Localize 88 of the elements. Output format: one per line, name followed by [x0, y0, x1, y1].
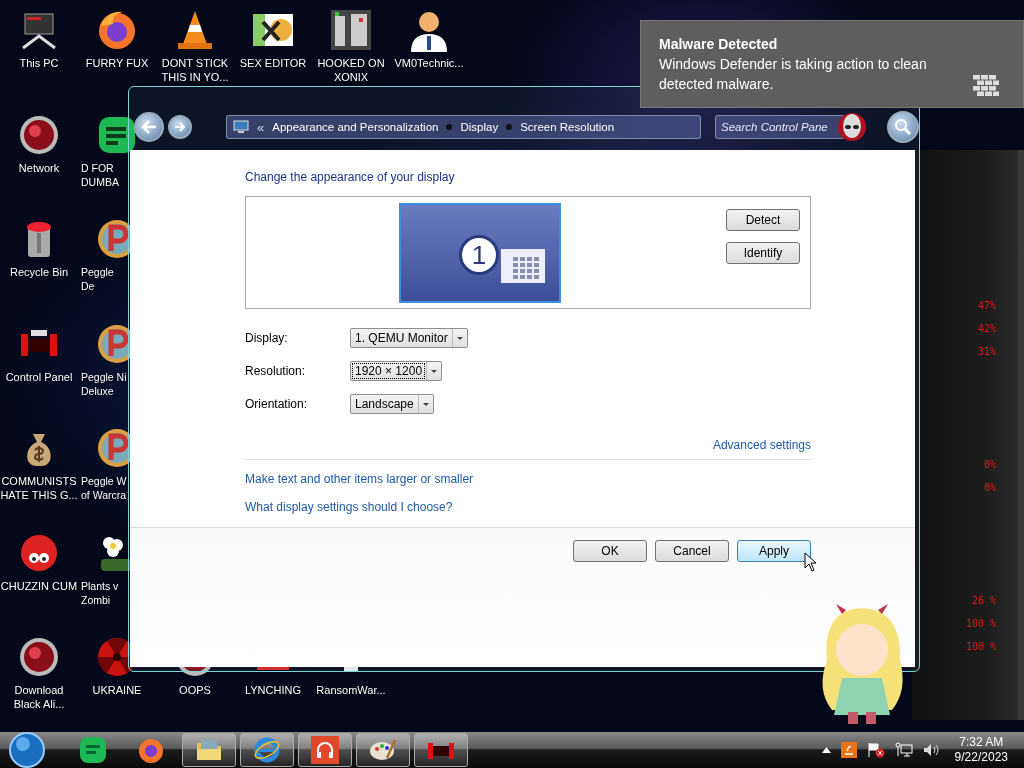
clock-time: 7:32 AM — [959, 735, 1004, 750]
headphones-icon[interactable] — [311, 736, 339, 764]
gadget-reading: 42% — [977, 323, 996, 334]
flag-icon[interactable] — [866, 742, 885, 758]
desktop-icon-label[interactable]: COMMUNISTS HATE THIS G... — [0, 474, 78, 502]
nav-chevron[interactable]: « — [257, 119, 265, 135]
desktop-icon-label[interactable]: RansomWar... — [312, 683, 390, 697]
notification-body: Windows Defender is taking action to clean detected malware. — [659, 55, 928, 94]
side-button[interactable]: Identify — [726, 242, 800, 264]
setting-label: Resolution: — [245, 364, 307, 378]
clock-date: 9/22/2023 — [954, 750, 1008, 765]
start-button[interactable] — [8, 731, 46, 768]
address-bar[interactable]: « Appearance and Personalization Display Screen Resolution — [226, 115, 701, 139]
gadget-reading: 26 % — [971, 595, 996, 606]
volume-icon[interactable] — [922, 742, 939, 758]
gadget-reading: 0% — [983, 459, 996, 470]
search-icon — [894, 118, 912, 136]
monitor-tile[interactable]: 1 — [399, 203, 561, 303]
desktop-icon-label[interactable]: UKRAINE — [78, 683, 156, 697]
taskbar-button[interactable] — [298, 733, 352, 767]
monitor-number: 1 — [471, 239, 487, 271]
notification-toast[interactable]: Malware Detected Windows Defender is taking action to clean detected malware. — [640, 20, 1024, 108]
desktop-icon-label[interactable]: SEX EDITOR — [234, 56, 312, 70]
dropdown[interactable]: 1920 × 1200 — [350, 361, 443, 381]
desktop-icon-label[interactable]: Download Black Ali... — [0, 683, 78, 711]
gadget-reading: 31% — [977, 346, 996, 357]
maze-icon[interactable] — [329, 8, 373, 52]
desktop-icon-label[interactable]: LYNCHING — [234, 683, 312, 697]
separator-icon — [446, 124, 453, 130]
gadget-reading: 100 % — [965, 618, 996, 629]
search-field[interactable]: Search Control Pane — [715, 115, 845, 139]
grid-icon — [501, 249, 545, 283]
desktop-icon-label[interactable]: Plants v Zombi — [81, 578, 127, 607]
gadget-reading: 0% — [983, 482, 996, 493]
cursor-icon — [804, 552, 817, 572]
network-icon[interactable] — [894, 742, 913, 758]
dialog-button[interactable]: OK — [573, 540, 647, 562]
page-heading: Change the appearance of your display — [245, 170, 456, 184]
back-arrow-icon — [141, 120, 157, 134]
orb-icon[interactable] — [17, 635, 61, 679]
breadcrumb[interactable]: Display — [460, 121, 499, 133]
help-link[interactable]: What display settings should I choose? — [245, 500, 453, 514]
browser-icon[interactable] — [253, 736, 281, 764]
help-link[interactable]: Make text and other items larger or smaller — [245, 472, 474, 486]
desktop-icon-label[interactable]: Peggle W of Warcra — [81, 474, 127, 502]
desktop-icon-label[interactable]: DONT STICK THIS IN YO... — [156, 56, 234, 84]
gadget-reading: 47% — [977, 300, 996, 311]
dropdown[interactable]: Landscape — [350, 394, 434, 414]
side-button[interactable]: Detect — [726, 209, 800, 231]
separator-icon — [506, 124, 513, 130]
desktop-icon-label[interactable]: Control Panel — [0, 369, 78, 384]
search-button[interactable] — [887, 111, 919, 143]
back-button[interactable] — [134, 112, 164, 142]
advanced-settings-link[interactable]: Advanced settings — [712, 438, 811, 452]
dialog-button[interactable]: Cancel — [655, 540, 729, 562]
clock[interactable]: 7:32 AM 9/22/2023 — [954, 735, 1008, 765]
dropdown[interactable]: 1. QEMU Monitor — [350, 328, 468, 348]
breadcrumb[interactable]: Appearance and Personalization — [272, 121, 439, 133]
forward-button[interactable] — [168, 115, 192, 139]
taskbar-button[interactable] — [414, 733, 468, 767]
gadget-reading: 100 % — [965, 641, 996, 652]
desktop-icon-label[interactable]: This PC — [0, 56, 78, 70]
desktop-icon-label[interactable]: VM0Technic... — [390, 56, 468, 70]
desktop-icon-label[interactable]: Recycle Bin — [0, 265, 78, 279]
desktop-icon-label[interactable]: Network — [0, 160, 78, 175]
taskbar-button[interactable] — [356, 733, 410, 767]
desktop-icon-label[interactable]: D FOR DUMBA — [81, 160, 127, 189]
taskbar-button[interactable] — [240, 733, 294, 767]
desktop-icon-label[interactable]: Peggle De — [81, 265, 127, 293]
setting-label: Display: — [245, 331, 289, 345]
forward-arrow-icon — [174, 122, 186, 132]
taskbar-button[interactable] — [182, 733, 236, 767]
breadcrumb[interactable]: Screen Resolution — [520, 121, 615, 133]
desktop-icon-label[interactable]: FURRY FUX — [78, 56, 156, 70]
desktop-icon-label[interactable]: CHUZZIN CUM — [0, 578, 78, 593]
alien-head-icon — [837, 111, 867, 143]
monitor-icon — [233, 120, 249, 134]
tray-arrow-icon[interactable] — [821, 747, 831, 753]
brick-wall-icon — [973, 75, 999, 97]
setting-label: Orientation: — [245, 397, 309, 411]
dialog-button[interactable]: Apply — [737, 540, 811, 562]
desktop-icon-label[interactable]: Peggle Ni Deluxe — [81, 369, 127, 398]
tray-app-icon[interactable] — [840, 742, 857, 758]
browser-icon[interactable] — [137, 736, 165, 764]
notification-title: Malware Detected — [659, 36, 779, 52]
desktop-icon-label[interactable]: OOPS — [156, 683, 234, 697]
desktop-icon-label[interactable]: HOOKED ON XONIX — [312, 56, 390, 84]
notes-icon[interactable] — [79, 736, 107, 764]
